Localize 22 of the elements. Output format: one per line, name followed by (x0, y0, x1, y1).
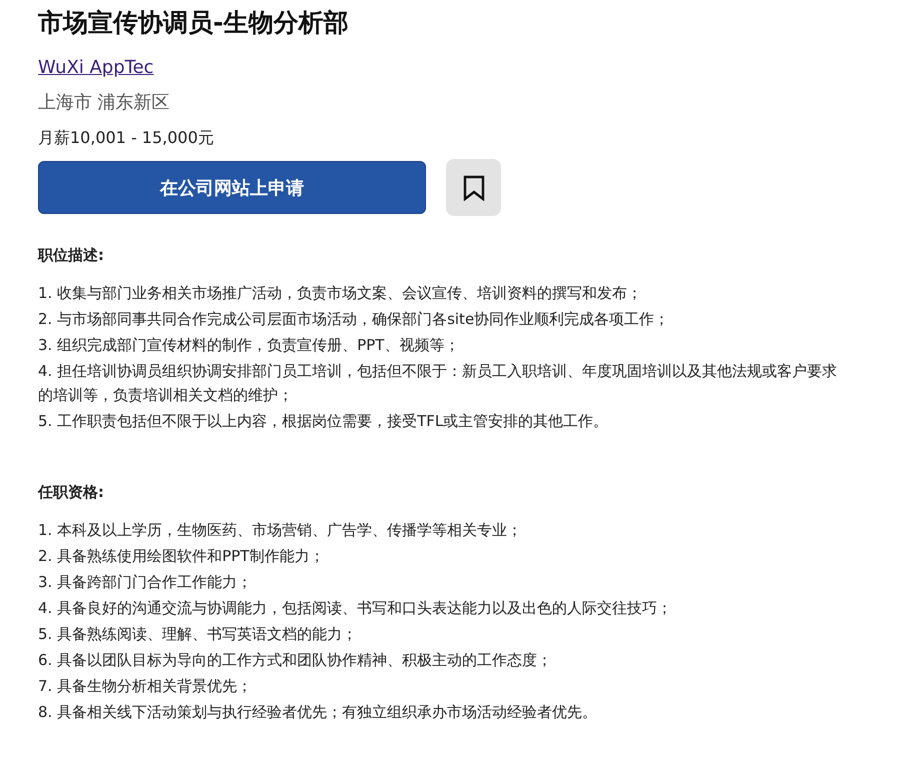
list-item: 3. 组织完成部门宣传材料的制作，负责宣传册、PPT、视频等； (38, 335, 460, 356)
list-item: 2. 与市场部同事共同合作完成公司层面市场活动，确保部门各site协同作业顺利完成各项工作； (38, 309, 670, 330)
bookmark-button[interactable] (446, 159, 501, 216)
list-item: 1. 本科及以上学历，生物医药、市场营销、广告学、传播学等相关专业； (38, 520, 524, 541)
section-heading: 职位描述: (38, 246, 105, 265)
list-item: 4. 具备良好的沟通交流与协调能力，包括阅读、书写和口头表达能力以及出色的人际交往技巧； (38, 598, 674, 619)
list-item: 4. 担任培训协调员组织协调安排部门员工培训，包括但不限于：新员工入职培训、年度巩固培训以及其他法规或客户要求的培训等，负责培训相关文档的维护； (38, 361, 838, 406)
list-item: 1. 收集与部门业务相关市场推广活动，负责市场文案、会议宣传、培训资料的撰写和发布； (38, 283, 644, 304)
bookmark-icon (462, 174, 484, 200)
list-item: 2. 具备熟练使用绘图软件和PPT制作能力； (38, 546, 326, 567)
job-location: 上海市 浦东新区 (38, 91, 171, 114)
list-item: 7. 具备生物分析相关背景优先； (38, 676, 254, 697)
salary: 月薪10,001 - 15,000元 (38, 128, 215, 149)
list-item: 5. 具备熟练阅读、理解、书写英语文档的能力； (38, 624, 358, 645)
list-item: 3. 具备跨部门门合作工作能力； (38, 572, 254, 593)
section-heading: 任职资格: (38, 483, 105, 502)
job-title: 市场宣传协调员-生物分析部 (38, 7, 350, 39)
company-link[interactable]: WuXi AppTec (38, 57, 154, 78)
list-item: 8. 具备相关线下活动策划与执行经验者优先；有独立组织承办市场活动经验者优先。 (38, 702, 598, 723)
apply-button[interactable]: 在公司网站上申请 (38, 161, 426, 214)
list-item: 5. 工作职责包括但不限于以上内容，根据岗位需要，接受TFL或主管安排的其他工作。 (38, 411, 610, 432)
list-item: 6. 具备以团队目标为导向的工作方式和团队协作精神、积极主动的工作态度； (38, 650, 554, 671)
